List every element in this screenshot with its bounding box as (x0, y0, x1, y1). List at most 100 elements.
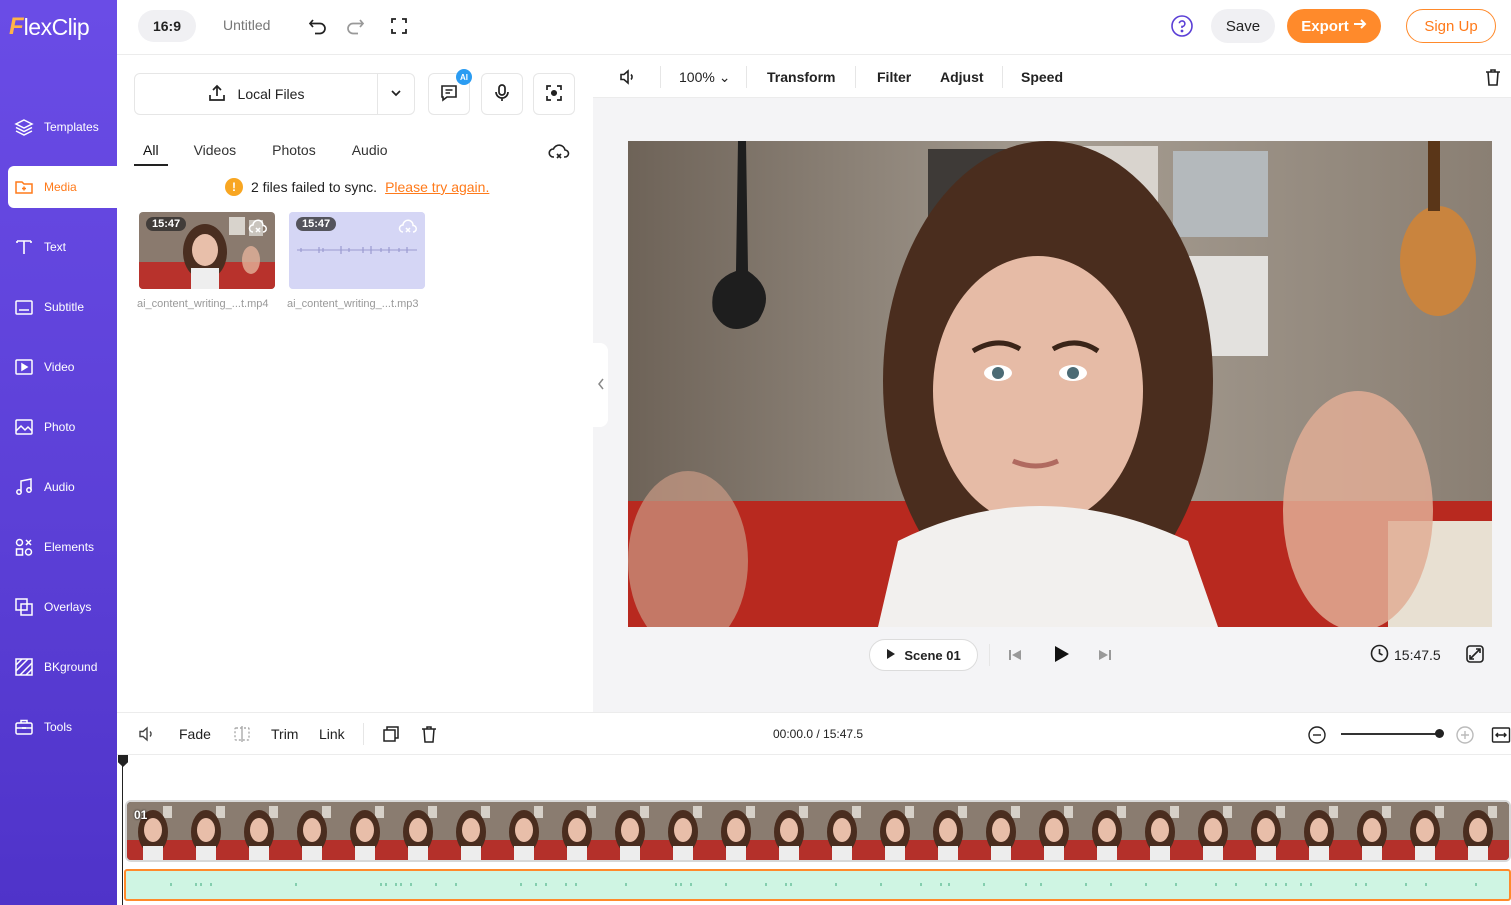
sidebar-item-tools[interactable]: Tools (8, 706, 117, 748)
toolbox-icon (14, 717, 34, 737)
fade-button[interactable]: Fade (179, 726, 211, 742)
sidebar-item-subtitle[interactable]: Subtitle (8, 286, 117, 328)
local-files-label: Local Files (237, 86, 305, 102)
sidebar-item-photo[interactable]: Photo (8, 406, 117, 448)
redo-icon[interactable] (343, 14, 367, 38)
save-button[interactable]: Save (1211, 9, 1275, 43)
playhead-handle[interactable] (118, 755, 128, 767)
divider (363, 723, 364, 745)
help-icon[interactable] (1170, 14, 1194, 38)
filmstrip-frame (339, 802, 392, 860)
divider (855, 66, 856, 88)
tab-all[interactable]: All (134, 142, 168, 166)
sidebar-item-audio[interactable]: Audio (8, 466, 117, 508)
local-files-button[interactable]: Local Files (135, 74, 378, 114)
sidebar-item-templates[interactable]: Templates (8, 106, 117, 148)
split-icon[interactable] (230, 722, 254, 746)
file-name: ai_content_writing_...t.mp4 (137, 298, 269, 310)
filmstrip-frame (1028, 802, 1081, 860)
volume-icon[interactable] (135, 722, 159, 746)
sync-warning: ! 2 files failed to sync. Please try aga… (225, 178, 489, 196)
next-icon[interactable] (1093, 643, 1117, 667)
sync-message: 2 files failed to sync. (251, 179, 378, 195)
fullscreen-icon[interactable] (387, 14, 411, 38)
photo-icon (14, 417, 34, 437)
sidebar: FlexClip Templates Media Text Subtitle V… (0, 0, 117, 905)
zoom-slider-track[interactable] (1341, 733, 1441, 735)
trash-icon[interactable] (1481, 65, 1505, 89)
aspect-ratio-button[interactable]: 16:9 (138, 10, 196, 42)
filmstrip-frame (763, 802, 816, 860)
video-track[interactable]: 01 (125, 800, 1511, 862)
zoom-select[interactable]: 100% ⌄ (679, 69, 730, 86)
sign-up-button[interactable]: Sign Up (1406, 9, 1496, 43)
tab-audio[interactable]: Audio (352, 142, 388, 166)
sidebar-item-video[interactable]: Video (8, 346, 117, 388)
chevron-left-icon (597, 377, 605, 393)
sidebar-item-overlays[interactable]: Overlays (8, 586, 117, 628)
sidebar-item-label: Tools (44, 720, 73, 734)
filmstrip-frame (1505, 802, 1509, 860)
speed-button[interactable]: Speed (1021, 69, 1063, 85)
sidebar-item-label: Elements (44, 540, 95, 554)
filmstrip-frame (604, 802, 657, 860)
zoom-out-icon[interactable] (1305, 723, 1329, 747)
filmstrip-frame (1346, 802, 1399, 860)
sidebar-item-label: Video (44, 360, 75, 374)
divider (746, 66, 747, 88)
filmstrip-frame (1293, 802, 1346, 860)
upload-source-dropdown[interactable] (378, 74, 414, 114)
zoom-slider-handle[interactable] (1435, 729, 1444, 738)
collapse-panel-handle[interactable] (593, 343, 608, 427)
top-bar: 16:9 Untitled Save Export Sign Up (117, 0, 1511, 55)
filmstrip-frame (1187, 802, 1240, 860)
duration-badge: 15:47 (146, 217, 187, 231)
upload-group: Local Files (134, 73, 415, 115)
timeline-time: 00:00.0 / 15:47.5 (773, 727, 864, 741)
play-icon[interactable] (1049, 642, 1073, 666)
media-thumbnail-video[interactable]: 15:47 (139, 212, 275, 289)
video-preview[interactable] (628, 141, 1492, 627)
project-title[interactable]: Untitled (223, 17, 270, 33)
sidebar-item-elements[interactable]: Elements (8, 526, 117, 568)
previous-icon[interactable] (1003, 643, 1027, 667)
record-audio-button[interactable] (481, 73, 523, 115)
cloud-sync-icon[interactable] (548, 142, 570, 162)
flexclip-logo[interactable]: FlexClip (9, 13, 90, 41)
retry-link[interactable]: Please try again. (385, 179, 489, 195)
tab-photos[interactable]: Photos (272, 142, 316, 166)
screen-record-button[interactable] (533, 73, 575, 115)
zoom-in-icon[interactable] (1453, 723, 1477, 747)
undo-icon[interactable] (306, 14, 330, 38)
transform-button[interactable]: Transform (767, 69, 835, 85)
cloud-error-icon (248, 219, 268, 235)
trim-button[interactable]: Trim (271, 726, 298, 742)
filmstrip-frame (1240, 802, 1293, 860)
elements-icon (14, 537, 34, 557)
playback-controls: Scene 01 15:47.5 (593, 636, 1511, 676)
scene-selector[interactable]: Scene 01 (869, 639, 978, 671)
ai-subtitle-button[interactable]: AI (428, 69, 472, 115)
overlays-icon (14, 597, 34, 617)
media-panel: Local Files AI All Videos Photos Audio !… (117, 56, 593, 712)
fit-width-icon[interactable] (1489, 723, 1511, 747)
link-button[interactable]: Link (319, 726, 345, 742)
audio-track[interactable] (124, 869, 1511, 901)
text-icon (14, 237, 34, 257)
adjust-button[interactable]: Adjust (940, 69, 984, 85)
filter-button[interactable]: Filter (877, 69, 911, 85)
export-button[interactable]: Export (1287, 9, 1381, 43)
duplicate-icon[interactable] (379, 722, 403, 746)
sidebar-item-bkground[interactable]: BKground (8, 646, 117, 688)
sidebar-item-text[interactable]: Text (8, 226, 117, 268)
filmstrip-frame (816, 802, 869, 860)
volume-icon[interactable] (616, 65, 640, 89)
tab-videos[interactable]: Videos (194, 142, 237, 166)
sidebar-item-media[interactable]: Media (8, 166, 117, 208)
trash-icon[interactable] (417, 722, 441, 746)
logo-mark: F (9, 13, 24, 40)
expand-icon[interactable] (1463, 642, 1487, 666)
media-thumbnail-audio[interactable]: 15:47 (289, 212, 425, 289)
filmstrip-frame (233, 802, 286, 860)
sidebar-item-label: Subtitle (44, 300, 85, 314)
